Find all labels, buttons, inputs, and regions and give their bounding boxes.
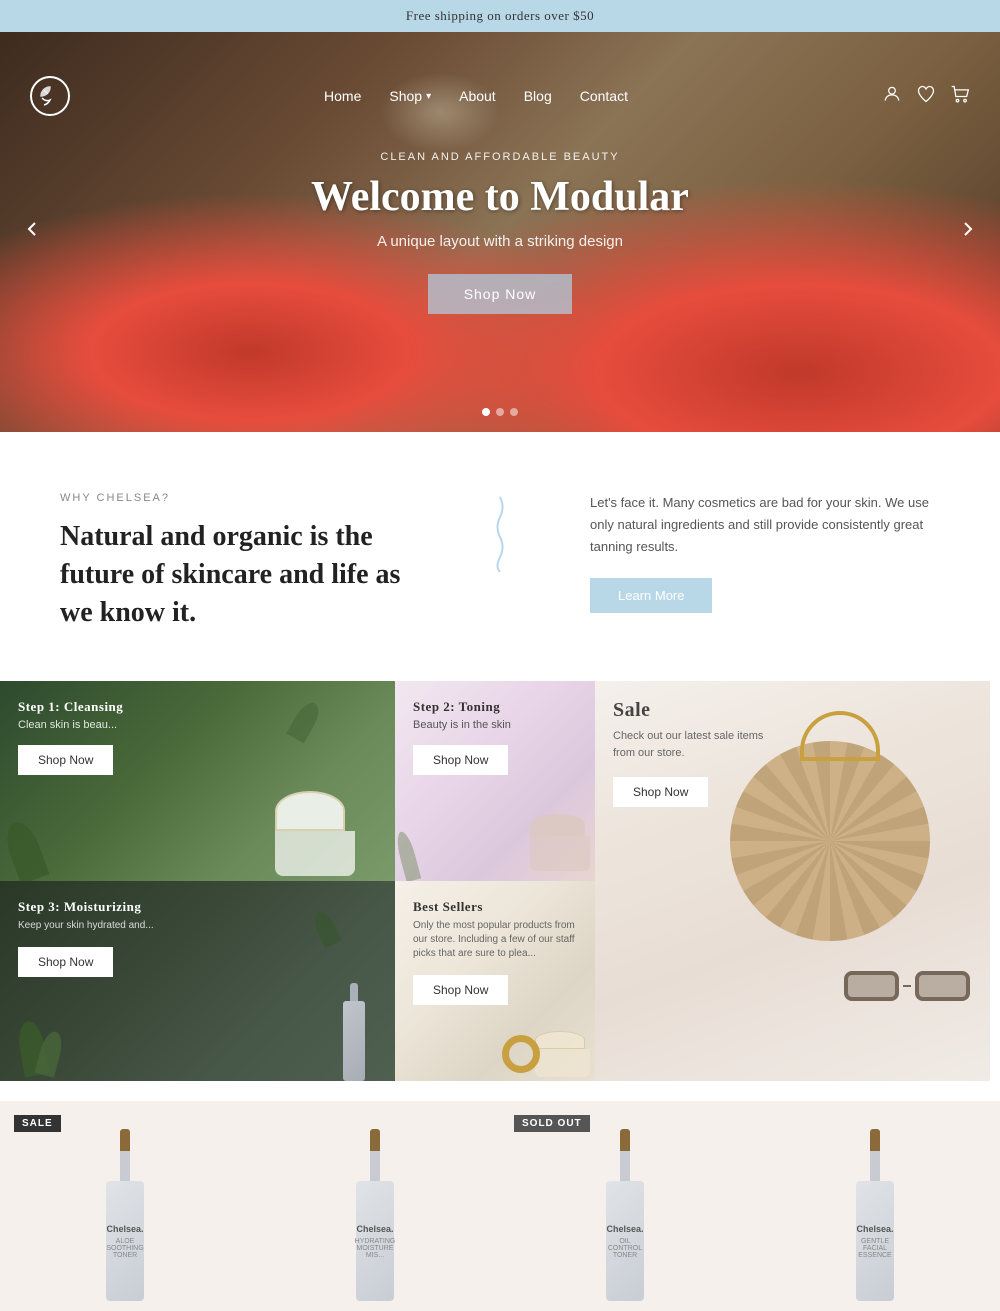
hero-dots [482,408,518,416]
why-eyebrow: WHY CHELSEA? [60,492,410,504]
why-left-col: WHY CHELSEA? Natural and organic is the … [60,492,410,631]
logo-icon [30,76,70,116]
account-icon[interactable] [882,84,902,109]
bestsellers-content: Best Sellers Only the most popular produ… [395,881,595,1023]
step3-sublabel: Keep your skin hydrated and... [18,919,377,933]
why-title: Natural and organic is the future of ski… [60,518,410,631]
sale-right-label: Sale [613,699,972,722]
product-card-1: SALE Chelsea. ALOE SOOTHING TONER [0,1101,250,1311]
product-badge-1: SALE [14,1115,61,1132]
logo[interactable] [30,76,70,116]
why-section: WHY CHELSEA? Natural and organic is the … [0,432,1000,681]
bottle-4: Chelsea. GENTLE FACIAL ESSENCE [856,1129,894,1301]
product-badge-3: SOLD OUT [514,1115,590,1132]
nav-icons [882,84,970,109]
nav-shop[interactable]: Shop [389,88,431,104]
bottle-label-1: Chelsea. ALOE SOOTHING TONER [106,1181,144,1301]
product-image-2: Chelsea. HYDRATING MOISTURE MIS... [250,1101,500,1301]
grid-item-step2[interactable]: Step 2: Toning Beauty is in the skin Sho… [395,681,595,881]
step1-label: Step 1: Cleansing [18,699,377,715]
sale-right-sublabel: Check out our latest sale items from our… [613,728,773,761]
hero-content: CLEAN AND AFFORDABLE BEAUTY Welcome to M… [311,151,689,314]
sale-right-content: Sale Check out our latest sale items fro… [595,681,990,825]
hero-title: Welcome to Modular [311,173,689,221]
site-header: Home Shop About Blog Contact [0,62,1000,130]
why-divider [470,492,530,572]
nav-home[interactable]: Home [324,88,361,104]
step2-content: Step 2: Toning Beauty is in the skin Sho… [395,681,595,793]
step2-label: Step 2: Toning [413,699,577,715]
step3-label: Step 3: Moisturizing [18,899,377,915]
hero-dot-2[interactable] [496,408,504,416]
bestsellers-sublabel: Only the most popular products from our … [413,919,577,961]
bottle-2: Chelsea. HYDRATING MOISTURE MIS... [356,1129,394,1301]
sale-right-shop-button[interactable]: Shop Now [613,777,708,807]
step2-shop-button[interactable]: Shop Now [413,745,508,775]
step3-content: Step 3: Moisturizing Keep your skin hydr… [0,881,395,995]
bottle-label-3: Chelsea. OIL CONTROL TONER [606,1181,644,1301]
grid-item-step3[interactable]: Step 3: Moisturizing Keep your skin hydr… [0,881,395,1081]
products-grid: SALE Chelsea. ALOE SOOTHING TONER [0,1081,1000,1311]
nav-about[interactable]: About [459,88,496,104]
nav-blog[interactable]: Blog [524,88,552,104]
main-nav: Home Shop About Blog Contact [324,88,628,104]
wishlist-icon[interactable] [916,84,936,109]
hero-shop-now-button[interactable]: Shop Now [428,274,573,314]
hero-dot-1[interactable] [482,408,490,416]
hero-eyebrow: CLEAN AND AFFORDABLE BEAUTY [311,151,689,163]
hero-prev-button[interactable] [20,217,44,247]
hero-section: Home Shop About Blog Contact [0,32,1000,432]
cart-icon[interactable] [950,84,970,109]
top-banner: Free shipping on orders over $50 [0,0,1000,32]
hero-subtitle: A unique layout with a striking design [311,233,689,250]
nav-contact[interactable]: Contact [580,88,628,104]
bottle-label-4: Chelsea. GENTLE FACIAL ESSENCE [856,1181,894,1301]
product-card-3: SOLD OUT Chelsea. OIL CONTROL TONER [500,1101,750,1311]
bottle-3: Chelsea. OIL CONTROL TONER [606,1129,644,1301]
bestsellers-shop-button[interactable]: Shop Now [413,975,508,1005]
learn-more-button[interactable]: Learn More [590,578,712,613]
product-card-2: Chelsea. HYDRATING MOISTURE MIS... [250,1101,500,1311]
banner-text: Free shipping on orders over $50 [406,8,594,23]
step3-shop-button[interactable]: Shop Now [18,947,113,977]
grid-item-step1[interactable]: Step 1: Cleansing Clean skin is beau... … [0,681,395,881]
hero-next-button[interactable] [956,217,980,247]
why-body-text: Let's face it. Many cosmetics are bad fo… [590,492,940,558]
step1-content: Step 1: Cleansing Clean skin is beau... … [0,681,395,793]
bestsellers-label: Best Sellers [413,899,577,915]
step2-sublabel: Beauty is in the skin [413,719,577,731]
feature-grid: Step 1: Cleansing Clean skin is beau... … [0,681,1000,1081]
step1-shop-button[interactable]: Shop Now [18,745,113,775]
product-card-4: Chelsea. GENTLE FACIAL ESSENCE [750,1101,1000,1311]
why-right-col: Let's face it. Many cosmetics are bad fo… [590,492,940,613]
grid-item-bestsellers[interactable]: Best Sellers Only the most popular produ… [395,881,595,1081]
bottle-1: Chelsea. ALOE SOOTHING TONER [106,1129,144,1301]
grid-item-sale-right[interactable]: Sale Check out our latest sale items fro… [595,681,990,1081]
step1-sublabel: Clean skin is beau... [18,719,377,731]
bottle-label-2: Chelsea. HYDRATING MOISTURE MIS... [356,1181,394,1301]
hero-dot-3[interactable] [510,408,518,416]
product-image-4: Chelsea. GENTLE FACIAL ESSENCE [750,1101,1000,1301]
